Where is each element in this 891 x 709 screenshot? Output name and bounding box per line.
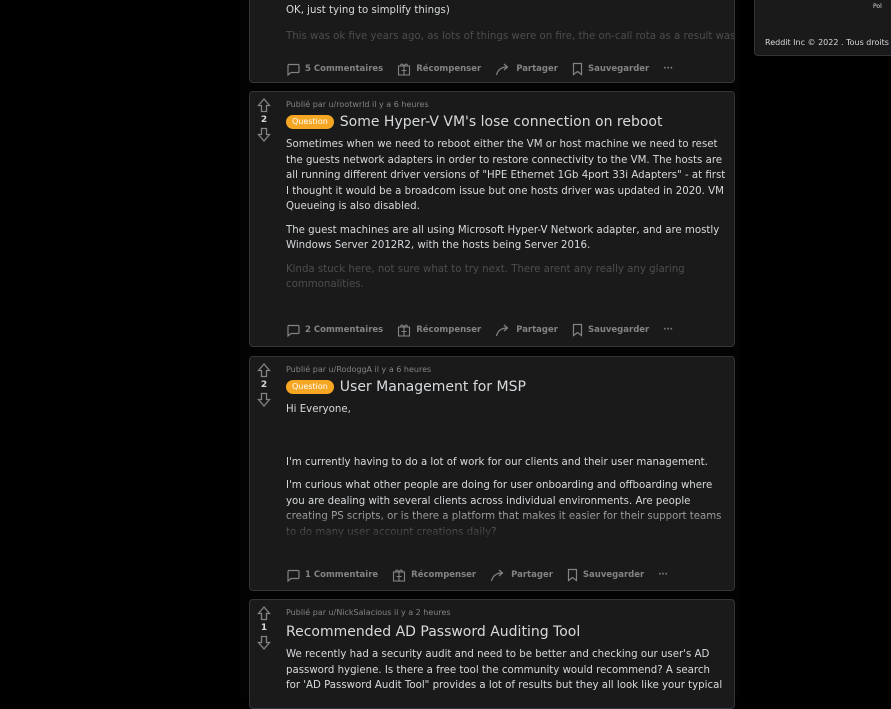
save-button[interactable]: Sauvegarder (572, 62, 649, 76)
save-button[interactable]: Sauvegarder (572, 323, 649, 337)
post-body-paragraph: I'm curious what other people are doing … (286, 480, 722, 538)
post-title[interactable]: Recommended AD Password Auditing Tool (286, 623, 580, 641)
flair-badge[interactable]: Question (286, 380, 334, 394)
flair-badge[interactable]: Question (286, 115, 334, 129)
vote-column: 2 (250, 92, 278, 142)
comments-button[interactable]: 2 Commentaires (286, 324, 383, 337)
gift-icon (393, 569, 406, 582)
post-card-3[interactable]: 1 Publié par u/NickSalacious il y a 2 he… (249, 599, 735, 709)
sidebar-top-text: Pol (873, 3, 882, 10)
downvote-icon[interactable] (257, 635, 271, 650)
share-icon (491, 569, 504, 581)
post-meta[interactable]: Publié par u/NickSalacious il y a 2 heur… (286, 608, 726, 617)
more-options-button[interactable]: ··· (658, 570, 668, 580)
gift-icon (398, 324, 411, 337)
post-body-paragraph: We recently had a security audit and nee… (286, 649, 723, 691)
sidebar-footer-card: Pol Reddit Inc © 2022 . Tous droits (754, 0, 891, 56)
post-body-paragraph: This was ok five years ago, as lots of t… (286, 30, 735, 42)
post-actions: 2 Commentaires Récompenser Partager Sauv… (286, 323, 687, 337)
post-body-paragraph: The guest machines are all using Microso… (286, 224, 720, 252)
post-body-paragraph: Sometimes when we need to reboot either … (286, 139, 726, 212)
share-button[interactable]: Partager (495, 324, 558, 337)
downvote-icon[interactable] (257, 127, 271, 142)
post-body-paragraph: I'm currently having to do a lot of work… (286, 456, 708, 468)
upvote-icon[interactable] (257, 98, 271, 113)
post-actions: 1 Commentaire Récompenser Partager Sauve… (286, 568, 682, 582)
post-meta[interactable]: Publié par u/rootwrld il y a 6 heures (286, 100, 726, 109)
more-options-button[interactable]: ··· (663, 64, 673, 74)
bookmark-icon (572, 323, 583, 337)
gift-icon (398, 63, 411, 76)
comment-icon (287, 324, 300, 337)
post-body-paragraph: Hi Everyone, (286, 404, 351, 415)
award-button[interactable]: Récompenser (392, 568, 476, 582)
bookmark-icon (572, 62, 583, 76)
downvote-icon[interactable] (257, 392, 271, 407)
bookmark-icon (567, 568, 578, 582)
post-card-0[interactable]: OK, just tying to simplify things) This … (249, 0, 735, 83)
upvote-icon[interactable] (257, 363, 271, 378)
post-body-paragraph: OK, just tying to simplify things) (286, 5, 450, 16)
vote-score: 2 (260, 380, 268, 390)
more-options-button[interactable]: ··· (663, 325, 673, 335)
share-button[interactable]: Partager (490, 569, 553, 582)
award-button[interactable]: Récompenser (397, 62, 481, 76)
share-button[interactable]: Partager (495, 63, 558, 76)
post-title[interactable]: User Management for MSP (340, 378, 526, 396)
post-actions: 5 Commentaires Récompenser Partager Sauv… (286, 62, 687, 76)
post-body-paragraph: Kinda stuck here, not sure what to try n… (286, 263, 685, 291)
vote-score: 2 (260, 115, 268, 125)
upvote-icon[interactable] (257, 606, 271, 621)
post-meta[interactable]: Publié par u/RodoggA il y a 6 heures (286, 365, 726, 374)
save-button[interactable]: Sauvegarder (567, 568, 644, 582)
comments-button[interactable]: 5 Commentaires (286, 63, 383, 76)
post-card-1[interactable]: 2 Publié par u/rootwrld il y a 6 heures … (249, 91, 735, 347)
share-icon (496, 324, 509, 336)
share-icon (496, 63, 509, 75)
post-card-2[interactable]: 2 Publié par u/RodoggA il y a 6 heures Q… (249, 356, 735, 591)
comments-button[interactable]: 1 Commentaire (286, 569, 378, 582)
vote-score: 1 (260, 623, 268, 633)
copyright-text: Reddit Inc © 2022 . Tous droits (765, 38, 889, 47)
comment-icon (287, 63, 300, 76)
award-button[interactable]: Récompenser (397, 323, 481, 337)
vote-column: 1 (250, 600, 278, 650)
comment-icon (287, 569, 300, 582)
vote-column: 2 (250, 357, 278, 407)
post-title[interactable]: Some Hyper-V VM's lose connection on reb… (340, 113, 663, 131)
